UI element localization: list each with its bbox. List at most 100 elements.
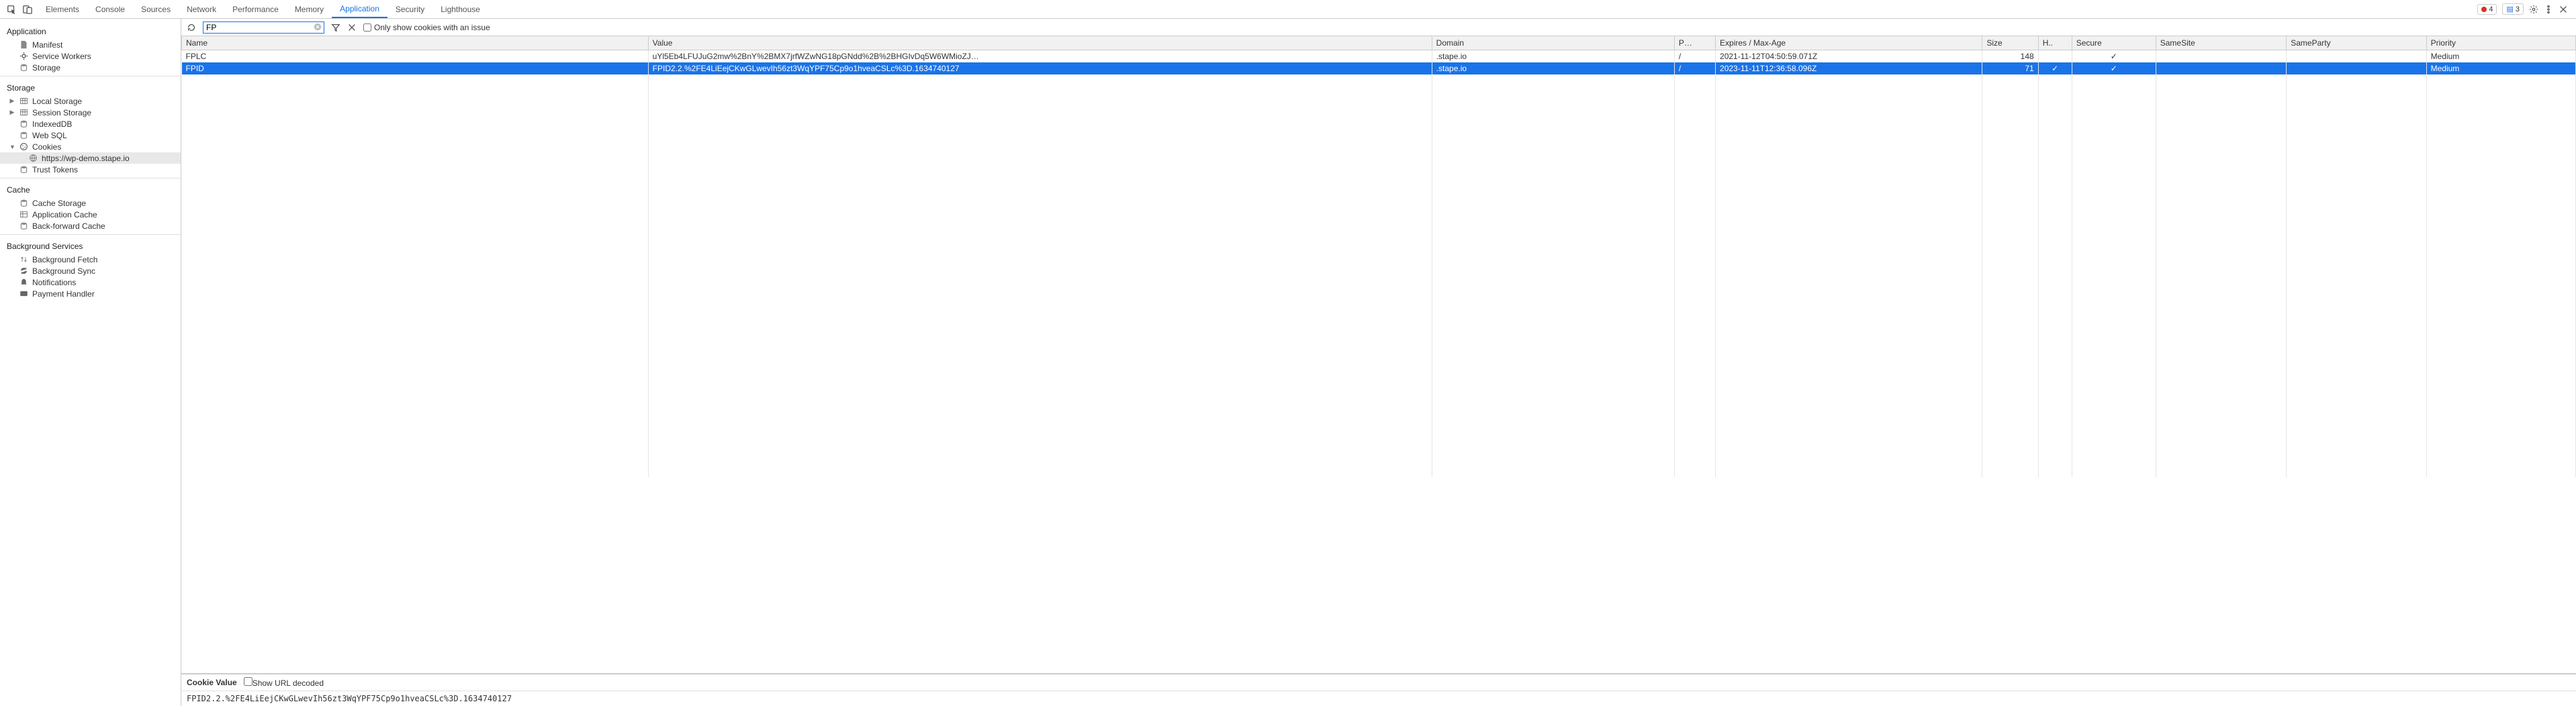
filter-icon[interactable] [331,23,340,32]
table-row[interactable]: FPIDFPID2.2.%2FE4LiEejCKwGLwevIh56zt3WqY… [182,62,2576,74]
chat-icon: ▤ [2506,5,2513,13]
tab-lighthouse[interactable]: Lighthouse [432,0,488,18]
column-header[interactable]: Domain [1432,36,1674,50]
cell-secure: ✓ [2072,62,2156,74]
sidebar-item-indexeddb[interactable]: IndexedDB [0,118,181,130]
tab-memory[interactable]: Memory [287,0,332,18]
main-tabs: ElementsConsoleSourcesNetworkPerformance… [38,0,488,18]
sidebar-item-notifications[interactable]: Notifications [0,276,181,288]
table-header-row: NameValueDomainP…Expires / Max-AgeSizeH.… [182,36,2576,50]
sidebar-item-storage-top[interactable]: Storage [0,62,181,73]
gear-icon [19,52,28,61]
column-header[interactable]: Size [1982,36,2038,50]
message-count: 3 [2516,5,2520,13]
sidebar-item-cache-storage[interactable]: Cache Storage [0,197,181,209]
clear-all-icon[interactable] [347,23,357,32]
sidebar-item-local-storage[interactable]: ▶Local Storage [0,95,181,107]
more-icon[interactable] [2544,5,2553,14]
column-header[interactable]: Value [648,36,1432,50]
tab-elements[interactable]: Elements [38,0,87,18]
sidebar-item-application-cache[interactable]: Application Cache [0,209,181,220]
cell-path: / [1674,62,1715,74]
cookie-filter-input[interactable] [203,21,324,34]
column-header[interactable]: P… [1674,36,1715,50]
cell-sameparty [2287,50,2426,63]
app-sidebar: Application Manifest Service Workers Sto… [0,19,181,706]
sidebar-item-bg-sync[interactable]: Background Sync [0,265,181,276]
sidebar-item-websql[interactable]: Web SQL [0,130,181,141]
column-header[interactable]: Name [182,36,649,50]
cell-samesite [2156,50,2287,63]
cell-name: FPID [182,62,649,74]
db-icon [19,131,28,140]
tab-sources[interactable]: Sources [133,0,179,18]
only-issues-checkbox[interactable]: Only show cookies with an issue [363,23,490,32]
error-count: 4 [2489,5,2493,13]
cell-expires: 2023-11-11T12:36:58.096Z [1716,62,1982,74]
cell-secure: ✓ [2072,50,2156,63]
globe-icon [28,154,38,163]
close-icon[interactable] [2559,5,2568,14]
db-icon [19,63,28,72]
error-badge[interactable]: 4 [2477,4,2497,15]
section-storage: Storage [0,79,181,95]
section-application: Application [0,23,181,39]
settings-icon[interactable] [2529,5,2538,14]
tab-application[interactable]: Application [332,0,387,18]
sidebar-item-manifest[interactable]: Manifest [0,39,181,50]
grid-icon [19,108,28,117]
sync-icon [19,266,28,276]
file-icon [19,40,28,50]
cell-domain: .stape.io [1432,50,1674,63]
db-icon [19,199,28,208]
bell-icon [19,278,28,287]
cell-priority: Medium [2426,62,2575,74]
section-cache: Cache [0,181,181,197]
cell-domain: .stape.io [1432,62,1674,74]
column-header[interactable]: Secure [2072,36,2156,50]
sidebar-item-payment-handler[interactable]: Payment Handler [0,288,181,299]
cell-value: FPID2.2.%2FE4LiEejCKwGLwevIh56zt3WqYPF75… [648,62,1432,74]
cell-expires: 2021-11-12T04:50:59.071Z [1716,50,1982,63]
cell-size: 71 [1982,62,2038,74]
column-header[interactable]: SameParty [2287,36,2426,50]
message-badge[interactable]: ▤3 [2502,3,2524,15]
tab-console[interactable]: Console [87,0,133,18]
cookie-value-content: FPID2.2.%2FE4LiEejCKwGLwevIh56zt3WqYPF75… [181,691,2576,706]
section-bgsvc: Background Services [0,238,181,254]
column-header[interactable]: Priority [2426,36,2575,50]
tab-performance[interactable]: Performance [224,0,287,18]
db-icon [19,221,28,231]
grid-icon [19,97,28,106]
inspect-icon[interactable] [7,5,16,14]
device-toggle-icon[interactable] [23,5,32,14]
tab-security[interactable]: Security [387,0,432,18]
sidebar-item-cookies[interactable]: ▼Cookies [0,141,181,152]
sidebar-item-cookies-origin[interactable]: https://wp-demo.stape.io [0,152,181,164]
show-url-decoded-checkbox[interactable]: Show URL decoded [244,677,324,688]
card-icon [19,289,28,299]
refresh-icon[interactable] [187,23,196,32]
cell-name: FPLC [182,50,649,63]
column-header[interactable]: SameSite [2156,36,2287,50]
cookies-table: NameValueDomainP…Expires / Max-AgeSizeH.… [181,36,2576,477]
cell-sameparty [2287,62,2426,74]
cookie-detail-pane: Cookie Value Show URL decoded FPID2.2.%2… [181,674,2576,706]
clear-filter-icon[interactable] [313,22,322,32]
cell-samesite [2156,62,2287,74]
sidebar-item-bfcache[interactable]: Back-forward Cache [0,220,181,232]
db-icon [19,165,28,174]
sidebar-item-bg-fetch[interactable]: Background Fetch [0,254,181,265]
cookie-value-label: Cookie Value [187,678,237,687]
table-row[interactable]: FPLCuYl5Eb4LFUJuG2mw%2BnY%2BMX7jrfWZwNG1… [182,50,2576,63]
sidebar-item-session-storage[interactable]: ▶Session Storage [0,107,181,118]
sidebar-item-service-workers[interactable]: Service Workers [0,50,181,62]
cell-size: 148 [1982,50,2038,63]
cookies-toolbar: Only show cookies with an issue [181,19,2576,36]
sidebar-item-trust-tokens[interactable]: Trust Tokens [0,164,181,175]
cell-path: / [1674,50,1715,63]
column-header[interactable]: Expires / Max-Age [1716,36,1982,50]
column-header[interactable]: H.. [2038,36,2072,50]
tab-network[interactable]: Network [179,0,224,18]
cell-priority: Medium [2426,50,2575,63]
